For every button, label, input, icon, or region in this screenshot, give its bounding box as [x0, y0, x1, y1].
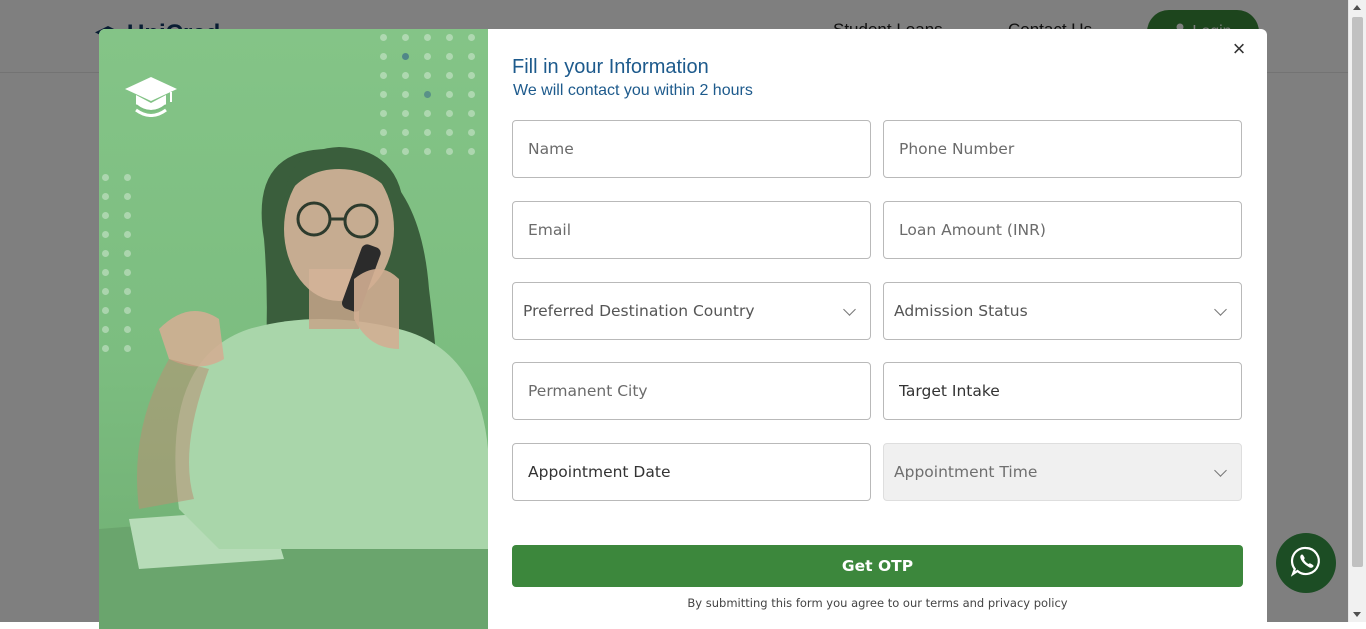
scroll-down-arrow-icon[interactable]: [1353, 612, 1361, 617]
appointment-time-select[interactable]: Appointment Time: [883, 443, 1242, 501]
admission-status-select[interactable]: Admission Status: [883, 282, 1242, 340]
scrollbar-thumb[interactable]: [1352, 17, 1363, 567]
target-intake-field[interactable]: [883, 362, 1242, 420]
terms-disclaimer: By submitting this form you agree to our…: [687, 596, 1068, 610]
page-scrollbar[interactable]: [1348, 0, 1366, 622]
graduation-cap-icon: [124, 75, 178, 122]
chevron-down-icon: [1214, 463, 1227, 477]
hero-image-panel: [99, 29, 488, 629]
loan-amount-field[interactable]: [883, 201, 1242, 259]
chevron-down-icon: [843, 302, 856, 316]
get-otp-button[interactable]: Get OTP: [512, 545, 1243, 587]
appointment-date-field[interactable]: [512, 443, 871, 501]
name-field[interactable]: [512, 120, 871, 178]
close-icon[interactable]: ×: [1227, 37, 1251, 61]
chevron-down-icon: [1214, 302, 1227, 316]
form-subtitle: We will contact you within 2 hours: [513, 82, 753, 99]
destination-country-select[interactable]: Preferred Destination Country: [512, 282, 871, 340]
contact-modal: × Fill in your Information We will conta…: [99, 29, 1267, 629]
whatsapp-icon: [1290, 545, 1322, 582]
destination-country-label: Preferred Destination Country: [523, 302, 755, 320]
admission-status-label: Admission Status: [894, 302, 1028, 320]
phone-number-field[interactable]: [883, 120, 1242, 178]
form-title: Fill in your Information: [512, 56, 709, 78]
permanent-city-field[interactable]: [512, 362, 871, 420]
email-field[interactable]: [512, 201, 871, 259]
scroll-up-arrow-icon[interactable]: [1353, 5, 1361, 10]
whatsapp-chat-button[interactable]: [1276, 533, 1336, 593]
appointment-time-label: Appointment Time: [894, 463, 1038, 481]
